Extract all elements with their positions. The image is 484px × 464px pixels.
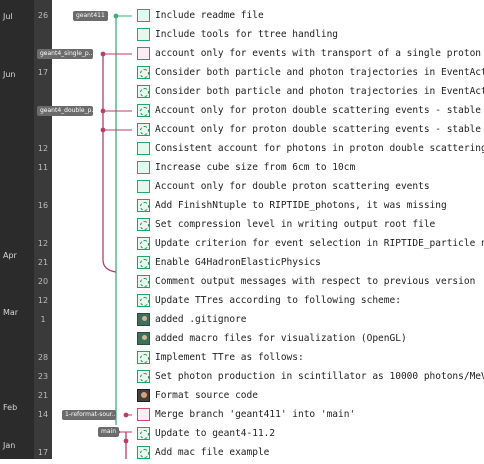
commit-message[interactable]: Consider both particle and photon trajec…: [155, 86, 484, 97]
author-avatar-icon[interactable]: [137, 332, 150, 345]
commit-message[interactable]: Set compression level in writing output …: [155, 219, 484, 230]
commit-day: 12: [37, 296, 49, 305]
commit-day: 14: [37, 410, 49, 419]
commit-row[interactable]: Account only for double proton scatterin…: [0, 179, 484, 198]
commit-row[interactable]: 26 Include readme file: [0, 8, 484, 27]
commit-message[interactable]: Set photon production in scintillator as…: [155, 371, 484, 382]
commit-message[interactable]: Merge branch 'geant411' into 'main': [155, 409, 484, 420]
author-avatar-icon[interactable]: [137, 408, 150, 421]
author-avatar-icon[interactable]: [137, 66, 150, 79]
author-avatar-icon[interactable]: [137, 85, 150, 98]
author-avatar-icon[interactable]: [137, 104, 150, 117]
author-avatar-icon[interactable]: [137, 199, 150, 212]
commit-row[interactable]: Account only for proton double scatterin…: [0, 122, 484, 141]
commit-message[interactable]: Add mac file example: [155, 447, 484, 458]
author-avatar-icon[interactable]: [137, 180, 150, 193]
commit-row[interactable]: 12 Consistent account for photons in prot…: [0, 141, 484, 160]
commit-day: 11: [37, 163, 49, 172]
commit-day: 12: [37, 144, 49, 153]
commit-message[interactable]: Consider both particle and photon trajec…: [155, 67, 484, 78]
author-avatar-icon[interactable]: [137, 313, 150, 326]
author-avatar-icon[interactable]: [137, 351, 150, 364]
commit-row[interactable]: 17 Consider both particle and photon traj…: [0, 65, 484, 84]
commit-message[interactable]: Include readme file: [155, 10, 484, 21]
author-avatar-icon[interactable]: [137, 370, 150, 383]
commit-row[interactable]: 1 added .gitignore: [0, 312, 484, 331]
author-avatar-icon[interactable]: [137, 446, 150, 459]
commit-message[interactable]: Comment output messages with respect to …: [155, 276, 484, 287]
author-avatar-icon[interactable]: [137, 142, 150, 155]
commit-message[interactable]: Increase cube size from 6cm to 10cm: [155, 162, 484, 173]
commit-row[interactable]: 17 Add mac file example: [0, 445, 484, 464]
commit-day: 1: [40, 315, 46, 324]
commit-row[interactable]: 16 Add FinishNtuple to RIPTIDE_photons, i…: [0, 198, 484, 217]
commit-row[interactable]: 11 Increase cube size from 6cm to 10cm: [0, 160, 484, 179]
commit-message[interactable]: Account only for proton double scatterin…: [155, 105, 484, 116]
commit-message[interactable]: Format source code: [155, 390, 484, 401]
commit-day: 23: [37, 372, 49, 381]
commit-message[interactable]: Account only for proton double scatterin…: [155, 124, 484, 135]
commit-message[interactable]: Update to geant4-11.2: [155, 428, 484, 439]
author-avatar-icon[interactable]: [137, 47, 150, 60]
author-avatar-icon[interactable]: [137, 275, 150, 288]
commit-day: 12: [37, 239, 49, 248]
commit-day: 17: [37, 68, 49, 77]
author-avatar-icon[interactable]: [137, 28, 150, 41]
author-avatar-icon[interactable]: [137, 9, 150, 22]
commit-message[interactable]: Update criterion for event selection in …: [155, 238, 484, 249]
commit-message[interactable]: Add FinishNtuple to RIPTIDE_photons, it …: [155, 200, 484, 211]
commit-message[interactable]: Update TTres according to following sche…: [155, 295, 484, 306]
commit-day: 20: [37, 277, 49, 286]
commit-row[interactable]: 21 Enable G4HadronElasticPhysics: [0, 255, 484, 274]
commit-day: 28: [37, 353, 49, 362]
commit-message[interactable]: Implement TTre as follows:: [155, 352, 484, 363]
commit-row[interactable]: 28 Implement TTre as follows:: [0, 350, 484, 369]
commit-message[interactable]: added macro files for visualization (Ope…: [155, 333, 484, 344]
commit-row[interactable]: 14 Merge branch 'geant411' into 'main': [0, 407, 484, 426]
author-avatar-icon[interactable]: [137, 123, 150, 136]
commit-row[interactable]: Set compression level in writing output …: [0, 217, 484, 236]
commit-day: 21: [37, 258, 49, 267]
author-avatar-icon[interactable]: [137, 256, 150, 269]
commit-row[interactable]: 12 Update TTres according to following sc…: [0, 293, 484, 312]
commit-row[interactable]: 12 Update criterion for event selection i…: [0, 236, 484, 255]
commit-message[interactable]: added .gitignore: [155, 314, 484, 325]
commit-message[interactable]: Account only for double proton scatterin…: [155, 181, 484, 192]
commit-row[interactable]: Consider both particle and photon trajec…: [0, 84, 484, 103]
author-avatar-icon[interactable]: [137, 389, 150, 402]
commit-row[interactable]: 21 Format source code: [0, 388, 484, 407]
commit-message[interactable]: account only for events with transport o…: [155, 48, 484, 59]
commit-day: 16: [37, 201, 49, 210]
commit-row[interactable]: account only for events with transport o…: [0, 46, 484, 65]
author-avatar-icon[interactable]: [137, 427, 150, 440]
author-avatar-icon[interactable]: [137, 218, 150, 231]
commit-row[interactable]: 20 Comment output messages with respect t…: [0, 274, 484, 293]
commit-row[interactable]: Include tools for ttree handling: [0, 27, 484, 46]
commit-row[interactable]: 23 Set photon production in scintillator …: [0, 369, 484, 388]
commit-row[interactable]: added macro files for visualization (Ope…: [0, 331, 484, 350]
author-avatar-icon[interactable]: [137, 161, 150, 174]
commit-message[interactable]: Consistent account for photons in proton…: [155, 143, 484, 154]
commit-row[interactable]: Account only for proton double scatterin…: [0, 103, 484, 122]
commit-message[interactable]: Include tools for ttree handling: [155, 29, 484, 40]
commit-day: 21: [37, 391, 49, 400]
author-avatar-icon[interactable]: [137, 237, 150, 250]
commit-day: 17: [37, 448, 49, 457]
commit-message[interactable]: Enable G4HadronElasticPhysics: [155, 257, 484, 268]
commit-day: 26: [37, 11, 49, 20]
commit-row[interactable]: Update to geant4-11.2: [0, 426, 484, 445]
author-avatar-icon[interactable]: [137, 294, 150, 307]
